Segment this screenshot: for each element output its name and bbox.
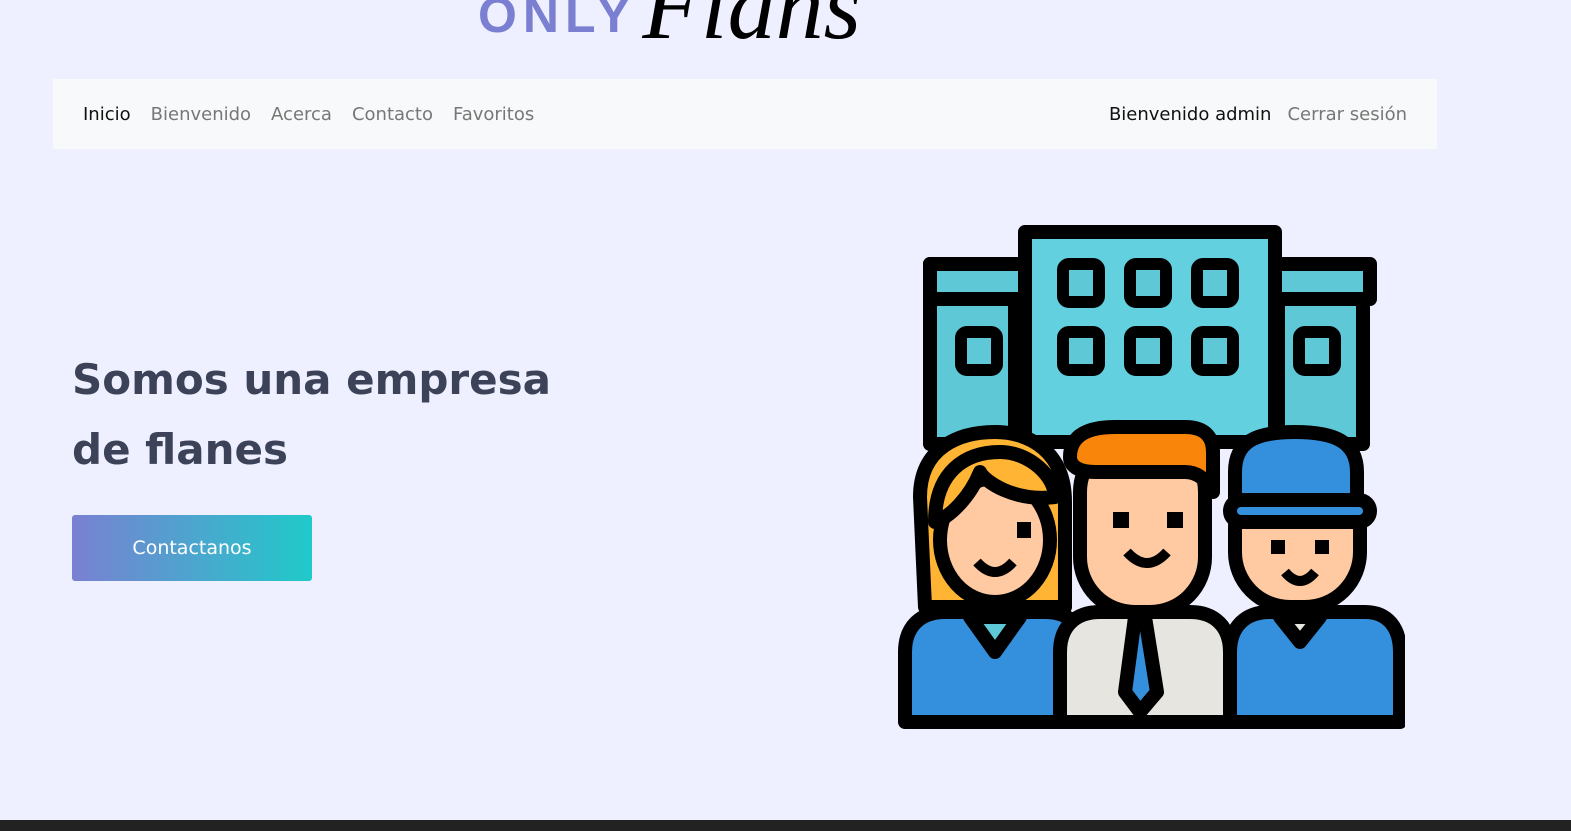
nav-acerca[interactable]: Acerca <box>271 104 332 125</box>
nav-links: Inicio Bienvenido Acerca Contacto Favori… <box>83 104 554 125</box>
page: ONLY Flans Inicio Bienvenido Acerca Cont… <box>0 0 1571 831</box>
logout-link[interactable]: Cerrar sesión <box>1287 104 1407 125</box>
site-logo[interactable]: ONLY Flans <box>478 0 861 54</box>
nav-bienvenido[interactable]: Bienvenido <box>151 104 251 125</box>
team-building-icon <box>898 225 1405 729</box>
taskbar-strip <box>0 820 1571 831</box>
user-greeting: Bienvenido admin <box>1108 103 1272 125</box>
businessman-icon <box>1053 420 1237 729</box>
nav-favoritos[interactable]: Favoritos <box>453 104 534 125</box>
nav-contacto[interactable]: Contacto <box>352 104 433 125</box>
user-menu: Bienvenido admin Cerrar sesión <box>1109 104 1407 125</box>
contact-button[interactable]: Contactanos <box>72 515 312 581</box>
hero-title: Somos una empresa de flanes <box>72 345 632 485</box>
logo-word-only: ONLY <box>478 0 637 43</box>
hero-title-line2: de flanes <box>72 425 289 474</box>
logo-word-flans: Flans <box>642 0 861 59</box>
nav-inicio[interactable]: Inicio <box>83 104 131 125</box>
main-navbar: Inicio Bienvenido Acerca Contacto Favori… <box>53 79 1437 149</box>
hero-title-line1: Somos una empresa <box>72 355 551 404</box>
